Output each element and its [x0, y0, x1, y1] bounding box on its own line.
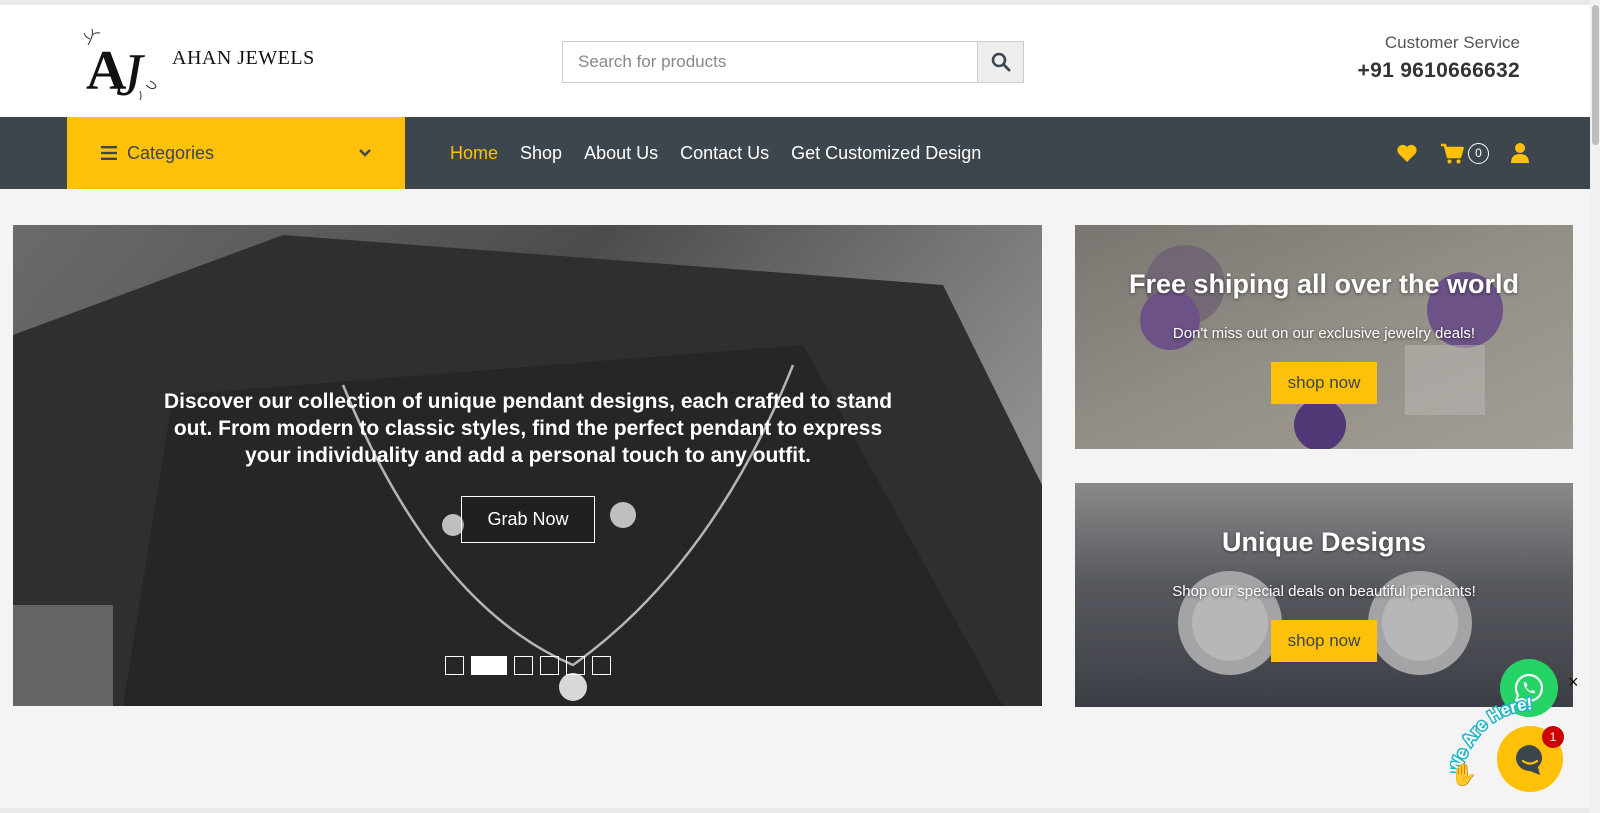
- nav-links: Home Shop About Us Contact Us Get Custom…: [450, 117, 981, 189]
- svg-text:J: J: [116, 42, 145, 103]
- slider-dot[interactable]: [592, 656, 611, 675]
- svg-text:✋: ✋: [1450, 762, 1477, 787]
- brand-logo[interactable]: A J AHAN JEWELS: [80, 25, 330, 105]
- cart-count-badge: 0: [1468, 142, 1489, 164]
- scrollbar-thumb[interactable]: [1592, 5, 1599, 145]
- nav-icons: 0: [1396, 117, 1529, 189]
- heart-icon[interactable]: [1396, 143, 1418, 163]
- search-input[interactable]: [563, 42, 978, 82]
- site-header: A J AHAN JEWELS Customer Service +91 961…: [0, 5, 1590, 117]
- search-icon: [991, 52, 1010, 72]
- slider-dot[interactable]: [540, 656, 559, 675]
- customer-service-phone[interactable]: +91 9610666632: [1358, 59, 1520, 83]
- brand-name: AHAN JEWELS: [172, 47, 315, 69]
- hero-text: Discover our collection of unique pendan…: [163, 390, 893, 467]
- nav-link-contact-us[interactable]: Contact Us: [680, 143, 769, 164]
- chat-notification-badge: 1: [1542, 726, 1564, 748]
- hero-slider: Discover our collection of unique pendan…: [13, 225, 1042, 706]
- nav-link-home[interactable]: Home: [450, 143, 498, 164]
- chat-icon: [1516, 745, 1543, 775]
- promo-title: Unique Designs: [1221, 527, 1427, 557]
- user-icon[interactable]: [1511, 143, 1529, 163]
- nav-link-about-us[interactable]: About Us: [584, 143, 658, 164]
- slider-dot[interactable]: [445, 656, 464, 675]
- categories-dropdown[interactable]: Categories: [67, 117, 405, 189]
- shop-now-button[interactable]: shop now: [1271, 362, 1377, 404]
- main-navbar: Categories Home Shop About Us Contact Us…: [0, 117, 1590, 189]
- customer-service-label: Customer Service: [1384, 33, 1520, 52]
- cart-button[interactable]: 0: [1440, 142, 1489, 164]
- slider-dot[interactable]: [514, 656, 533, 675]
- slider-dot[interactable]: [566, 656, 585, 675]
- customer-service: Customer Service +91 9610666632: [1358, 33, 1520, 83]
- nav-link-shop[interactable]: Shop: [520, 143, 562, 164]
- grab-now-button[interactable]: Grab Now: [461, 496, 595, 543]
- promo-title: Free shiping all over the world: [1128, 269, 1520, 299]
- slider-dot-active[interactable]: [471, 656, 507, 675]
- logo-monogram-icon: A J: [83, 28, 157, 103]
- promo-subtitle: Shop our special deals on beautiful pend…: [1172, 583, 1476, 600]
- bars-icon: [101, 146, 117, 160]
- promo-card-unique-designs: Unique Designs Shop our special deals on…: [1075, 483, 1573, 707]
- shop-now-button[interactable]: shop now: [1271, 620, 1377, 662]
- search-bar: [562, 41, 1024, 83]
- categories-label: Categories: [127, 142, 215, 163]
- cart-icon: [1441, 143, 1464, 163]
- bottom-strip: [0, 808, 1590, 813]
- search-button[interactable]: [977, 42, 1023, 82]
- promo-subtitle: Don't miss out on our exclusive jewelry …: [1172, 325, 1476, 342]
- slider-dots: [445, 656, 611, 675]
- promo-card-shipping: Free shiping all over the world Don't mi…: [1075, 225, 1573, 449]
- nav-link-customized-design[interactable]: Get Customized Design: [791, 143, 981, 164]
- chevron-down-icon: [359, 149, 371, 157]
